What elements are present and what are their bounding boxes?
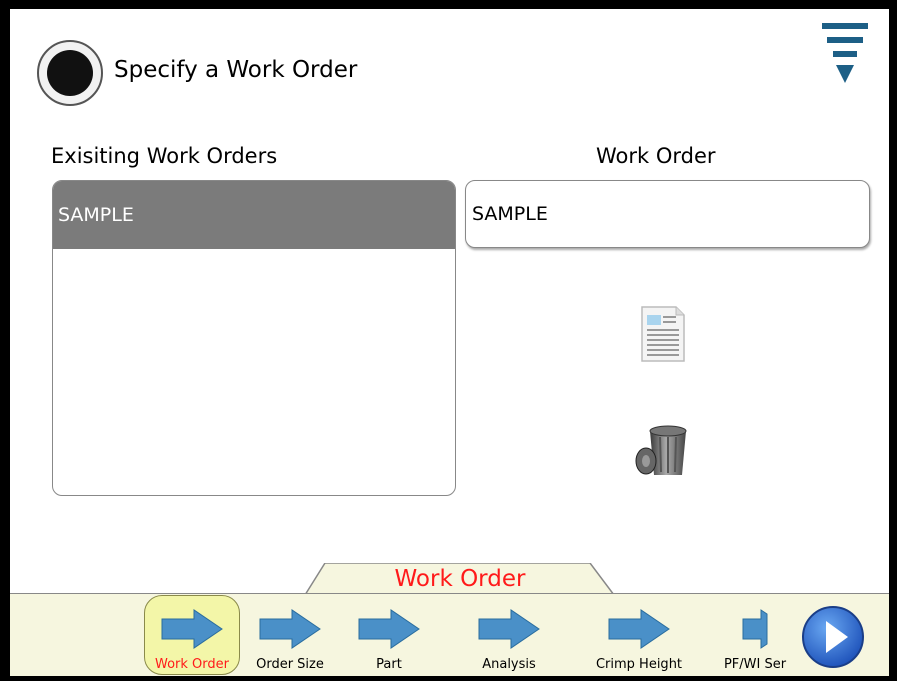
- step-work-order[interactable]: Work Order: [144, 594, 240, 676]
- list-item[interactable]: SAMPLE: [53, 181, 455, 249]
- step-crimp-height[interactable]: Crimp Height: [584, 594, 694, 676]
- work-order-list[interactable]: SAMPLE: [52, 180, 456, 496]
- step-label: Work Order: [155, 657, 229, 672]
- step-label: Analysis: [482, 657, 536, 672]
- document-icon[interactable]: [638, 305, 688, 365]
- existing-orders-label: Exisiting Work Orders: [51, 144, 278, 168]
- page-title: Specify a Work Order: [114, 57, 358, 83]
- work-order-input[interactable]: SAMPLE: [465, 180, 870, 248]
- record-icon[interactable]: [37, 40, 103, 106]
- arrow-right-icon: [478, 609, 540, 649]
- step-label: Part: [376, 657, 402, 672]
- step-nav-bar: Work Order Order Size Part Analysis Crim…: [10, 593, 889, 676]
- step-order-size[interactable]: Order Size: [247, 594, 333, 676]
- work-order-label: Work Order: [596, 144, 716, 168]
- step-part[interactable]: Part: [346, 594, 432, 676]
- arrow-right-icon: [161, 609, 223, 649]
- step-pf-wi-ser[interactable]: PF/WI Ser: [715, 594, 795, 676]
- next-arrow-icon[interactable]: [801, 605, 865, 669]
- trash-icon[interactable]: [632, 417, 694, 479]
- step-label: Order Size: [256, 657, 324, 672]
- step-label: PF/WI Ser: [723, 657, 787, 672]
- arrow-right-icon: [608, 609, 670, 649]
- arrow-right-icon: [259, 609, 321, 649]
- step-label: Crimp Height: [595, 657, 683, 672]
- screen: Specify a Work Order Exisiting Work Orde…: [10, 9, 889, 676]
- menu-icon[interactable]: [822, 21, 868, 93]
- arrow-right-icon: [742, 609, 768, 649]
- arrow-right-icon: [358, 609, 420, 649]
- step-analysis[interactable]: Analysis: [466, 594, 552, 676]
- current-step-label: Work Order: [394, 566, 526, 592]
